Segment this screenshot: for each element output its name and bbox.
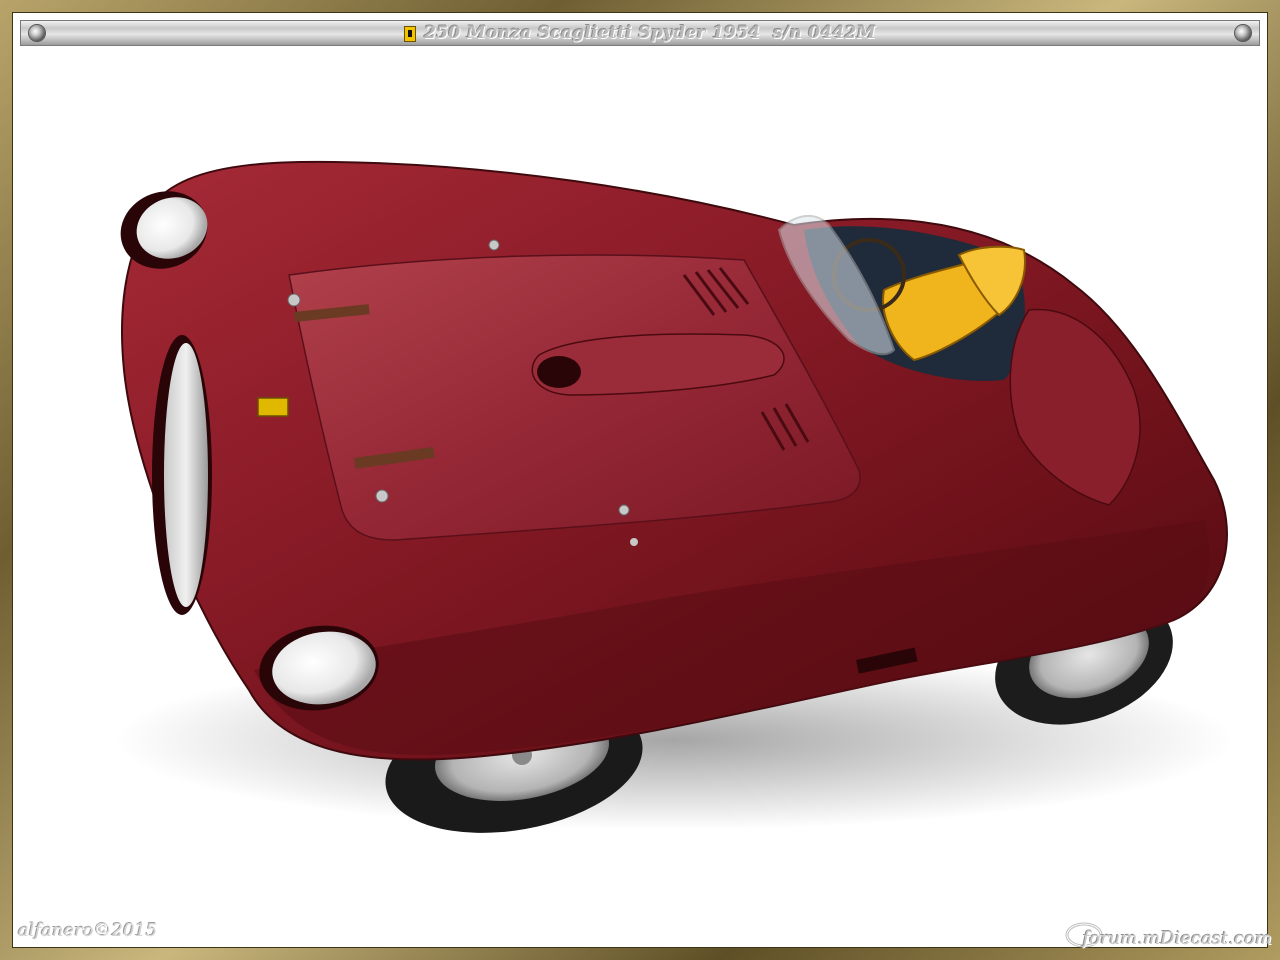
photo-title: 250 Monza Scaglietti Spyder 1954 s/n 044…: [424, 23, 876, 43]
car-photo: [114, 160, 1234, 833]
forum-watermark: forum.mDiecast.com: [1082, 928, 1272, 949]
author-watermark: alfanero©2015: [18, 920, 158, 941]
rivet-right-icon: [1235, 25, 1251, 41]
rivet-left-icon: [29, 25, 45, 41]
title-bar: 250 Monza Scaglietti Spyder 1954 s/n 044…: [20, 20, 1260, 46]
prancing-horse-badge-icon: [404, 26, 417, 42]
